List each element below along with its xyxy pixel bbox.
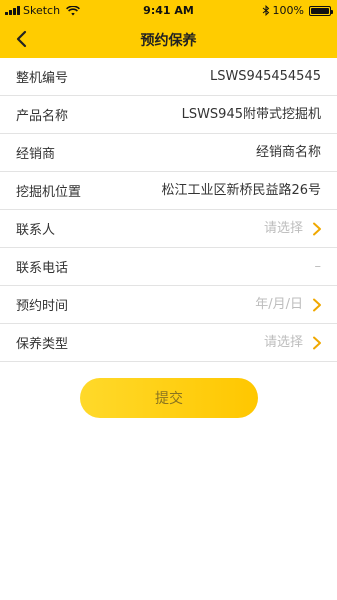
row-label: 经销商 (16, 147, 56, 162)
row-excavator-location: 挖掘机位置 松江工业区新桥民益路26号 (0, 172, 337, 210)
row-dealer: 经销商 经销商名称 (0, 134, 337, 172)
row-label: 挖掘机位置 (16, 185, 82, 200)
maintenance-form: 整机编号 LSWS945454545 产品名称 LSWS945附带式挖掘机 经销… (0, 58, 337, 362)
page-title: 预约保养 (140, 33, 197, 49)
phone-field[interactable]: – (315, 248, 322, 286)
row-value: LSWS945附带式挖掘机 (181, 107, 321, 122)
row-value: LSWS945454545 (209, 69, 321, 84)
battery-icon (309, 5, 333, 16)
row-appointment-time[interactable]: 预约时间 年/月/日 (0, 286, 337, 324)
row-product-name: 产品名称 LSWS945附带式挖掘机 (0, 96, 337, 134)
contact-select[interactable]: 请选择 (264, 210, 303, 248)
row-maintenance-type[interactable]: 保养类型 请选择 (0, 324, 337, 362)
chevron-right-icon[interactable] (311, 336, 323, 350)
battery-percent: 100% (272, 4, 304, 17)
row-label: 产品名称 (16, 109, 69, 124)
row-value: 经销商名称 (255, 145, 321, 160)
row-value: 松江工业区新桥民益路26号 (161, 183, 321, 198)
bluetooth-icon (262, 5, 269, 16)
row-label: 整机编号 (16, 71, 69, 86)
row-label: 预约时间 (16, 299, 69, 314)
row-label: 联系电话 (16, 261, 69, 276)
chevron-right-icon[interactable] (311, 222, 323, 236)
submit-button[interactable]: 提交 (80, 378, 258, 418)
row-machine-number: 整机编号 LSWS945454545 (0, 58, 337, 96)
header-bar: Sketch 9:41 AM 100% 预约保养 (0, 0, 337, 58)
row-label: 保养类型 (16, 337, 69, 352)
row-contact-phone[interactable]: 联系电话 – (0, 248, 337, 286)
status-bar: Sketch 9:41 AM 100% (0, 0, 337, 20)
chevron-right-icon[interactable] (311, 298, 323, 312)
row-label: 联系人 (16, 223, 56, 238)
navigation-bar: 预约保养 (0, 20, 337, 58)
date-select[interactable]: 年/月/日 (255, 286, 303, 324)
maintenance-type-select[interactable]: 请选择 (264, 324, 303, 362)
row-contact-person[interactable]: 联系人 请选择 (0, 210, 337, 248)
status-right: 100% (262, 4, 333, 17)
